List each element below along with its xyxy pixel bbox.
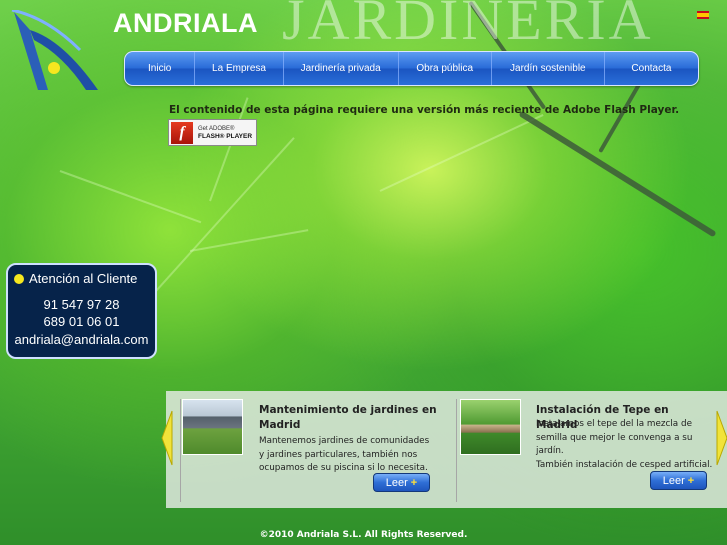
- news-carousel: Mantenimiento de jardines en Madrid Mant…: [161, 391, 727, 508]
- leaf-vein: [59, 170, 202, 224]
- nav-item-jardineria-privada[interactable]: Jardinería privada: [284, 52, 399, 85]
- spain-flag-icon[interactable]: [697, 11, 709, 19]
- read-more-button[interactable]: Leer +: [373, 473, 430, 492]
- news-summary: Mantenemos jardines de comunidades y jar…: [259, 436, 430, 473]
- nav-item-contacta[interactable]: Contacta: [605, 52, 698, 85]
- carousel-next-arrow-icon[interactable]: [715, 409, 727, 467]
- brand-name[interactable]: ANDRIALA: [113, 8, 258, 39]
- flash-button-line1: Get ADOBE®: [198, 125, 235, 132]
- customer-service-title: Atención al Cliente: [29, 271, 138, 286]
- brand-watermark: JARDINERIA: [282, 0, 654, 52]
- flash-button-line2: FLASH® PLAYER: [198, 132, 253, 140]
- divider: [180, 399, 181, 502]
- get-flash-player-button[interactable]: f Get ADOBE® FLASH® PLAYER: [168, 119, 257, 146]
- news-summary: Instalamos el tepe del la mezcla de semi…: [536, 419, 713, 470]
- read-more-button[interactable]: Leer +: [650, 471, 707, 490]
- customer-service-box: Atención al Cliente 91 547 97 28 689 01 …: [6, 263, 157, 359]
- news-card: Mantenimiento de jardines en Madrid Mant…: [180, 397, 440, 502]
- turf-roll-thumbnail[interactable]: [460, 399, 521, 455]
- andriala-logo-icon[interactable]: [8, 8, 103, 95]
- phone-number-2: 689 01 06 01: [43, 314, 120, 329]
- tree-branch: [518, 110, 717, 238]
- nav-item-la-empresa[interactable]: La Empresa: [195, 52, 284, 85]
- nav-item-inicio[interactable]: Inicio: [125, 52, 196, 85]
- news-title[interactable]: Mantenimiento de jardines en Madrid: [259, 403, 437, 433]
- carousel-prev-arrow-icon[interactable]: [160, 409, 174, 467]
- leaf-vein: [379, 114, 544, 192]
- contact-email[interactable]: andriala@andriala.com: [8, 332, 155, 347]
- phone-number-1: 91 547 97 28: [43, 297, 120, 312]
- main-nav: Inicio La Empresa Jardinería privada Obr…: [124, 51, 699, 86]
- flash-logo-icon: f: [171, 121, 193, 144]
- nav-item-obra-publica[interactable]: Obra pública: [399, 52, 492, 85]
- bullet-dot-icon: [14, 273, 24, 284]
- garden-maintenance-thumbnail[interactable]: [182, 399, 243, 455]
- copyright-footer: ©2010 Andriala S.L. All Rights Reserved.: [259, 530, 468, 540]
- divider: [456, 399, 457, 502]
- flash-required-message: El contenido de esta página requiere una…: [169, 104, 680, 116]
- news-card: Instalación de Tepe en Madrid Instalamos…: [458, 397, 713, 502]
- nav-item-jardin-sostenible[interactable]: Jardín sostenible: [492, 52, 605, 85]
